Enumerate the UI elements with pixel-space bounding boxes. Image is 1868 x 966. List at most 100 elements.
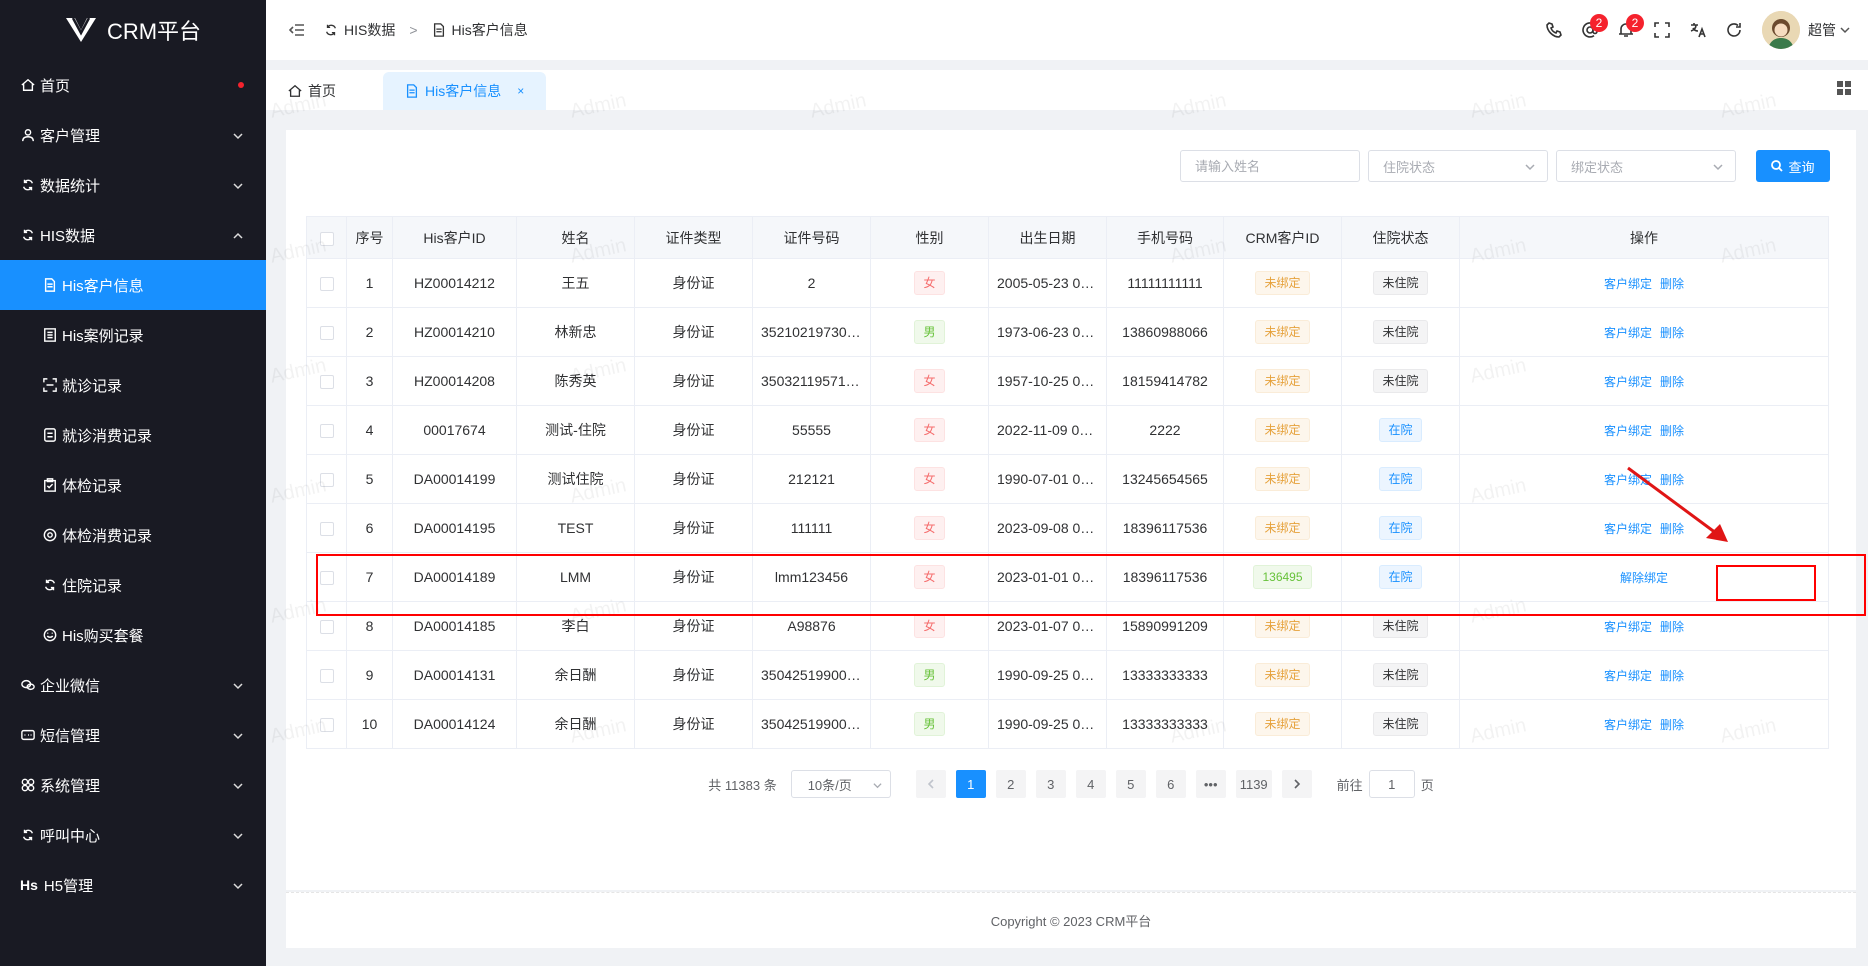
- gender-tag: 男: [914, 663, 945, 687]
- cell-his-id: HZ00014212: [392, 258, 517, 308]
- cell-his-id: DA00014195: [392, 503, 517, 553]
- delete-button[interactable]: 删除: [1660, 718, 1684, 732]
- tab-his-customer-info[interactable]: His客户信息 ×: [383, 72, 547, 110]
- tab-home[interactable]: 首页: [266, 72, 358, 110]
- sidebar-item-4[interactable]: His客户信息: [0, 260, 266, 310]
- row-checkbox[interactable]: [319, 277, 334, 292]
- row-select-cell: [306, 258, 347, 308]
- sidebar-item-12[interactable]: 企业微信: [0, 660, 266, 710]
- cell-actions: 客户绑定 删除: [1459, 650, 1829, 700]
- sidebar-item-label: 住院记录: [62, 577, 123, 595]
- sidebar-item-15[interactable]: 呼叫中心: [0, 810, 266, 860]
- row-checkbox[interactable]: [319, 326, 334, 341]
- page-button[interactable]: 1139: [1235, 770, 1272, 798]
- delete-button[interactable]: 删除: [1660, 669, 1684, 683]
- table-row: 7 DA00014189 LMM 身份证 lmm123456 女 2023-01-01 00…: [306, 552, 1829, 602]
- sidebar-item-9[interactable]: 体检消费记录: [0, 510, 266, 560]
- row-checkbox[interactable]: [319, 718, 334, 733]
- inpatient-status-select[interactable]: 住院状态: [1368, 150, 1548, 182]
- more-pages-button[interactable]: •••: [1195, 770, 1226, 798]
- cell-birth: 1990-07-01 00:0...: [988, 454, 1107, 504]
- page-button[interactable]: 1: [955, 770, 986, 798]
- sidebar-item-10[interactable]: 住院记录: [0, 560, 266, 610]
- bind-customer-button[interactable]: 客户绑定: [1604, 669, 1652, 683]
- sidebar-item-label: 系统管理: [40, 777, 101, 795]
- next-page-button[interactable]: [1281, 770, 1312, 798]
- chevron-down-icon: [232, 179, 244, 191]
- bind-customer-button[interactable]: 客户绑定: [1604, 473, 1652, 487]
- cell-gender: 女: [870, 454, 989, 504]
- table-row: 8 DA00014185 李白 身份证 A98876 女 2023-01-07 00:0..…: [306, 601, 1829, 651]
- tabs-menu-button[interactable]: [1836, 80, 1852, 96]
- bind-customer-button[interactable]: 客户绑定: [1604, 620, 1652, 634]
- notification-button[interactable]: 2: [1608, 12, 1644, 48]
- sidebar-item-2[interactable]: 数据统计: [0, 160, 266, 210]
- tab-close-icon[interactable]: ×: [517, 84, 524, 98]
- select-all-checkbox[interactable]: [319, 231, 334, 246]
- sidebar-item-0[interactable]: 首页: [0, 60, 266, 110]
- row-checkbox[interactable]: [319, 571, 334, 586]
- bind-customer-button[interactable]: 客户绑定: [1604, 522, 1652, 536]
- sidebar-item-label: 体检记录: [62, 477, 123, 495]
- column-header: His客户ID: [392, 216, 517, 259]
- refresh-button[interactable]: [1716, 12, 1752, 48]
- user-dropdown-chevron[interactable]: [1836, 22, 1850, 38]
- mention-button[interactable]: 2: [1572, 12, 1608, 48]
- crm-id-tag: 未绑定: [1255, 712, 1310, 736]
- breadcrumb-item-his-data[interactable]: HIS数据: [344, 20, 395, 40]
- phone-button[interactable]: [1536, 12, 1572, 48]
- sidebar-item-11[interactable]: His购买套餐: [0, 610, 266, 660]
- delete-button[interactable]: 删除: [1660, 326, 1684, 340]
- row-select-cell: [306, 601, 347, 651]
- sidebar-item-5[interactable]: His案例记录: [0, 310, 266, 360]
- bind-customer-button[interactable]: 客户绑定: [1604, 277, 1652, 291]
- column-header: 证件类型: [634, 216, 753, 259]
- delete-button[interactable]: 删除: [1660, 620, 1684, 634]
- fullscreen-button[interactable]: [1644, 12, 1680, 48]
- sidebar-item-7[interactable]: 就诊消费记录: [0, 410, 266, 460]
- bind-customer-button[interactable]: 客户绑定: [1604, 424, 1652, 438]
- chevron-down-icon: [232, 779, 244, 791]
- unbind-button[interactable]: 解除绑定: [1620, 571, 1668, 585]
- sidebar-item-6[interactable]: 就诊记录: [0, 360, 266, 410]
- query-button[interactable]: 查询: [1756, 150, 1830, 182]
- cell-actions: 客户绑定 删除: [1459, 307, 1829, 357]
- collapse-menu-button[interactable]: [286, 19, 308, 41]
- language-button[interactable]: [1680, 12, 1716, 48]
- page-button[interactable]: 5: [1115, 770, 1146, 798]
- cell-id-no: 212121: [752, 454, 871, 504]
- sidebar-item-13[interactable]: 短信管理: [0, 710, 266, 760]
- sidebar-item-3[interactable]: HIS数据: [0, 210, 266, 260]
- sidebar-item-16[interactable]: Hs H5管理: [0, 860, 266, 910]
- bind-customer-button[interactable]: 客户绑定: [1604, 375, 1652, 389]
- bind-customer-button[interactable]: 客户绑定: [1604, 718, 1652, 732]
- delete-button[interactable]: 删除: [1660, 473, 1684, 487]
- delete-button[interactable]: 删除: [1660, 424, 1684, 438]
- row-checkbox[interactable]: [319, 522, 334, 537]
- name-search-input[interactable]: [1180, 150, 1360, 182]
- row-checkbox[interactable]: [319, 424, 334, 439]
- page-size-select[interactable]: 10条/页: [790, 770, 891, 798]
- user-name[interactable]: 超管: [1808, 20, 1836, 40]
- prev-page-button[interactable]: [915, 770, 946, 798]
- row-checkbox[interactable]: [319, 473, 334, 488]
- sidebar-item-8[interactable]: 体检记录: [0, 460, 266, 510]
- page-button[interactable]: 3: [1035, 770, 1066, 798]
- page-button[interactable]: 4: [1075, 770, 1106, 798]
- avatar[interactable]: [1762, 11, 1800, 49]
- delete-button[interactable]: 删除: [1660, 375, 1684, 389]
- delete-button[interactable]: 删除: [1660, 277, 1684, 291]
- bind-customer-button[interactable]: 客户绑定: [1604, 326, 1652, 340]
- row-checkbox[interactable]: [319, 669, 334, 684]
- page-button[interactable]: 2: [995, 770, 1026, 798]
- delete-button[interactable]: 删除: [1660, 522, 1684, 536]
- cell-status: 未住院: [1341, 356, 1460, 406]
- bind-status-select[interactable]: 绑定状态: [1556, 150, 1736, 182]
- sidebar-item-1[interactable]: 客户管理: [0, 110, 266, 160]
- page-button[interactable]: 6: [1155, 770, 1186, 798]
- tabs-bar: 首页 His客户信息 ×: [266, 70, 1868, 110]
- row-checkbox[interactable]: [319, 620, 334, 635]
- row-checkbox[interactable]: [319, 375, 334, 390]
- goto-page-input[interactable]: [1368, 770, 1415, 798]
- sidebar-item-14[interactable]: 系统管理: [0, 760, 266, 810]
